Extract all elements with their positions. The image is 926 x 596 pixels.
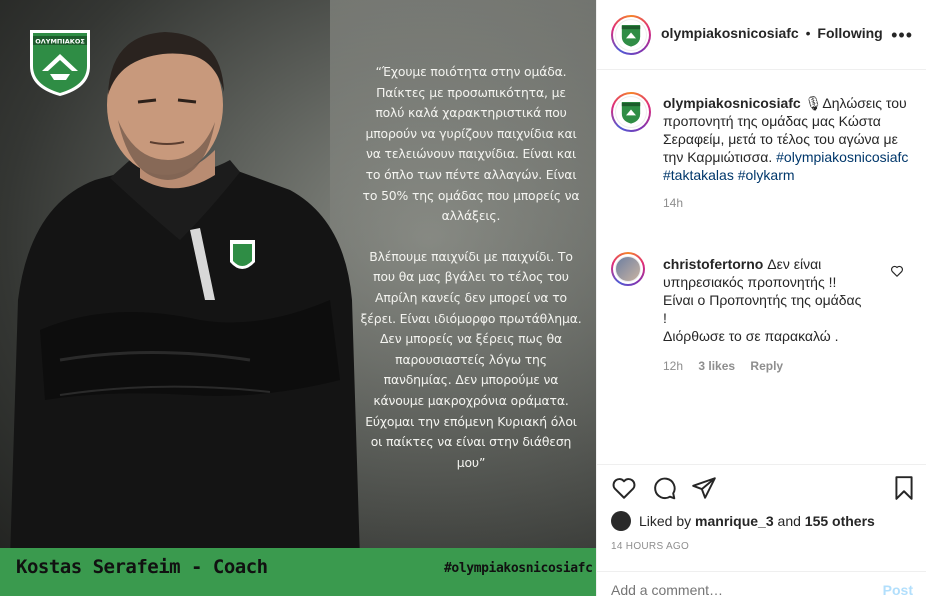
header-username[interactable]: olympiakosnicosiafc <box>661 25 799 41</box>
quote-paragraph: “Έχουμε ποιότητα στην ομάδα. Παίκτες με … <box>362 64 580 224</box>
banner-name: Kostas Serafeim - Coach <box>16 556 268 578</box>
banner-hashtag: #olympiakosnicosiafc <box>444 561 593 576</box>
liked-by-prefix: Liked by <box>639 513 692 529</box>
liker-username[interactable]: manrique_3 <box>695 513 774 529</box>
caption-time[interactable]: 14h <box>663 194 913 212</box>
liked-and: and <box>777 513 801 529</box>
comment-bubble-icon[interactable] <box>651 475 677 501</box>
add-comment-bar: Post <box>597 571 926 596</box>
like-heart-icon[interactable] <box>611 475 637 501</box>
comment-text-line: Είναι ο Προπονητής της ομάδας <box>663 292 862 308</box>
save-bookmark-icon[interactable] <box>891 475 917 501</box>
header-avatar[interactable] <box>611 15 651 55</box>
post-comment-button[interactable]: Post <box>883 582 913 596</box>
hashtag-link[interactable]: #taktakalas <box>663 167 734 183</box>
svg-text:ΟΛΥΜΠΙΑΚΟΣ: ΟΛΥΜΠΙΑΚΟΣ <box>35 38 85 46</box>
quote-paragraph: Βλέπουμε παιχνίδι με παιχνίδι. Το που θα… <box>360 248 582 470</box>
coach-quote: “Έχουμε ποιότητα στην ομάδα. Παίκτες με … <box>360 62 582 493</box>
comment-body: christofertorno Δεν είναι υπηρεσιακός πρ… <box>663 255 903 291</box>
header-separator: • <box>805 25 811 41</box>
club-crest-icon: ΟΛΥΜΠΙΑΚΟΣ <box>30 30 90 96</box>
hashtag-link[interactable]: #olykarm <box>738 167 795 183</box>
comment-like-heart-icon[interactable] <box>890 264 904 278</box>
comment-item: christofertorno Δεν είναι υπηρεσιακός πρ… <box>663 255 903 375</box>
comment-time[interactable]: 12h <box>663 359 683 373</box>
comment-username[interactable]: christofertorno <box>663 256 763 272</box>
comment-likes[interactable]: 3 likes <box>698 359 735 373</box>
caption-username[interactable]: olympiakosnicosiafc <box>663 95 801 111</box>
club-crest-icon <box>615 19 647 51</box>
post-side-panel: olympiakosnicosiafc • Following ••• olym… <box>596 0 926 596</box>
following-button[interactable]: Following <box>817 25 882 41</box>
post-header: olympiakosnicosiafc • Following ••• <box>597 0 926 70</box>
comment-meta: 12h 3 likes Reply <box>663 357 903 375</box>
liker-avatar[interactable] <box>611 511 631 531</box>
comment-text-line: Διόρθωσε το σε παρακαλώ . <box>663 328 839 344</box>
more-options-icon[interactable]: ••• <box>891 26 913 44</box>
add-comment-input[interactable] <box>611 582 861 596</box>
likes-summary: Liked by manrique_3 and 155 others <box>611 511 875 531</box>
post-image[interactable]: ΟΛΥΜΠΙΑΚΟΣ “Έχουμε ποιότητα στην ομάδα. … <box>0 0 596 596</box>
header-user-line: olympiakosnicosiafc • Following <box>661 25 883 41</box>
hashtag-link[interactable]: #olympiakosnicosiafc <box>776 149 908 165</box>
post-actions: Liked by manrique_3 and 155 others 14 HO… <box>597 464 926 596</box>
post-caption: olympiakosnicosiafc 🎙Δηλώσεις του προπον… <box>597 70 926 212</box>
likes-others-count[interactable]: 155 others <box>805 513 875 529</box>
caption-text-block: olympiakosnicosiafc 🎙Δηλώσεις του προπον… <box>663 94 913 184</box>
share-send-icon[interactable] <box>691 475 717 501</box>
comment-avatar[interactable] <box>611 252 645 286</box>
comment-text-line: ! <box>663 310 667 326</box>
microphone-icon: 🎙 <box>804 95 823 111</box>
reply-button[interactable]: Reply <box>750 359 783 373</box>
post-timestamp[interactable]: 14 HOURS AGO <box>611 541 689 552</box>
